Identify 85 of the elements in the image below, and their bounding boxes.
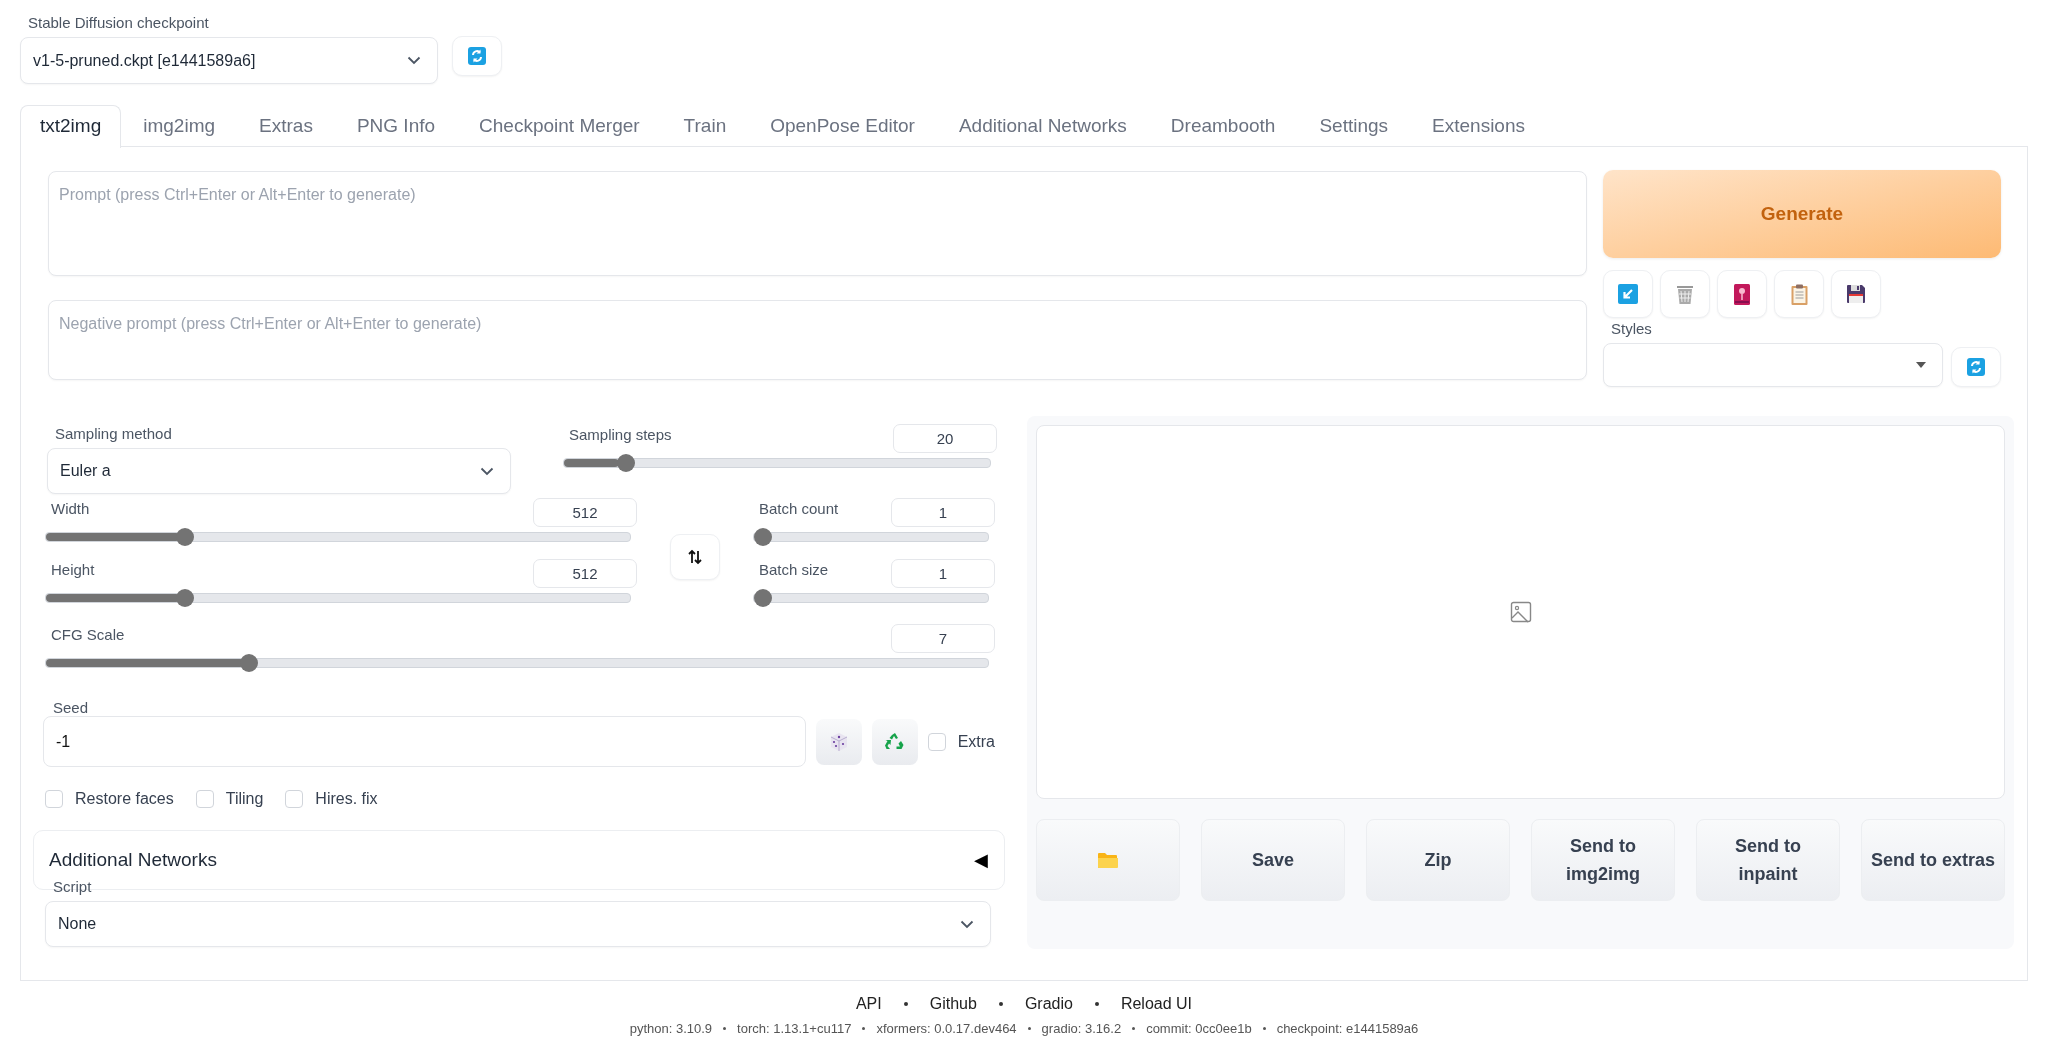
output-button[interactable]: Send to extras xyxy=(1861,819,2005,901)
footer-link[interactable]: Gradio xyxy=(1024,995,1073,1013)
tool-button[interactable] xyxy=(1831,270,1881,318)
tab[interactable]: txt2img xyxy=(20,105,122,148)
clipboard-icon xyxy=(1790,283,1808,305)
slider-label: Batch count xyxy=(758,499,839,517)
tab[interactable]: Settings xyxy=(1297,105,1411,147)
checkbox-label: Tiling xyxy=(225,790,264,808)
field-label: Sampling method xyxy=(55,425,173,442)
version-text: checkpoint: e1441589a6 xyxy=(1276,1021,1419,1036)
checkbox[interactable] xyxy=(927,732,946,751)
number-field[interactable]: 512 xyxy=(533,498,637,527)
footer-link[interactable]: API xyxy=(855,995,882,1013)
tab[interactable]: Extensions xyxy=(1410,105,1547,147)
checkbox[interactable] xyxy=(45,790,63,808)
folder-icon xyxy=(1097,851,1119,869)
field-label: Styles xyxy=(1611,320,1653,337)
checkbox[interactable] xyxy=(195,790,214,808)
footer-link[interactable]: Github xyxy=(929,995,977,1013)
version-text: xformers: 0.0.17.dev464 xyxy=(876,1021,1017,1036)
footer-link[interactable]: Reload UI xyxy=(1120,995,1193,1013)
slider-thumb[interactable] xyxy=(176,528,195,546)
refresh-button[interactable] xyxy=(452,36,502,76)
swap-icon xyxy=(687,549,703,565)
output-button[interactable]: Send to inpaint xyxy=(1696,819,1840,901)
refresh-icon xyxy=(468,47,486,65)
output-button[interactable]: Zip xyxy=(1366,819,1510,901)
checkbox-label: Hires. fix xyxy=(315,790,378,808)
caret-icon xyxy=(1916,362,1926,368)
checkpoint-dropdown[interactable]: v1-5-pruned.ckpt [e1441589a6] xyxy=(20,37,438,84)
slider-label: Batch size xyxy=(758,560,829,578)
image-placeholder-icon xyxy=(1509,601,1532,623)
checkbox-label: Extra xyxy=(957,732,995,751)
trash-icon xyxy=(1676,283,1694,305)
slider-label: Sampling steps xyxy=(568,425,672,443)
sampling-method-dropdown[interactable]: Euler a xyxy=(47,448,511,494)
slider-thumb[interactable] xyxy=(617,454,636,472)
checkbox[interactable] xyxy=(285,790,304,808)
tab[interactable]: Additional Networks xyxy=(936,105,1149,147)
tool-button[interactable] xyxy=(1717,270,1767,318)
seed-field[interactable]: -1 xyxy=(43,716,806,767)
recycle-icon xyxy=(883,731,906,752)
output-button[interactable]: Send to img2img xyxy=(1531,819,1675,901)
random-seed-button[interactable] xyxy=(815,718,862,765)
number-field[interactable]: 512 xyxy=(533,559,637,588)
checkbox-label: Restore faces xyxy=(75,790,174,808)
accordion-title: Additional Networks xyxy=(49,849,217,871)
tab[interactable]: Train xyxy=(661,105,749,147)
version-text: python: 3.10.9 xyxy=(629,1021,713,1036)
tab[interactable]: Checkpoint Merger xyxy=(457,105,662,147)
dice-icon xyxy=(828,731,849,752)
tab[interactable]: Dreambooth xyxy=(1148,105,1298,147)
slider-label: Width xyxy=(50,499,90,517)
chevron-icon xyxy=(407,56,421,65)
slider-label: Height xyxy=(50,560,95,578)
tab[interactable]: PNG Info xyxy=(334,105,458,147)
output-button[interactable]: Save xyxy=(1201,819,1345,901)
reuse-seed-button[interactable] xyxy=(871,718,918,765)
chevron-icon xyxy=(480,466,494,476)
script-dropdown[interactable]: None xyxy=(45,901,991,947)
toggle-icon[interactable]: ◀ xyxy=(974,849,988,871)
version-text: gradio: 3.16.2 xyxy=(1041,1021,1122,1036)
refresh-icon xyxy=(1967,358,1985,376)
version-text: torch: 1.13.1+cu117 xyxy=(737,1021,852,1036)
slider-label: CFG Scale xyxy=(50,625,125,643)
prompt-field[interactable]: Prompt (press Ctrl+Enter or Alt+Enter to generate) xyxy=(48,171,1587,276)
slider-thumb[interactable] xyxy=(240,654,259,672)
number-field[interactable]: 1 xyxy=(891,559,995,588)
refresh-button[interactable] xyxy=(1951,347,2001,387)
swap-button[interactable] xyxy=(670,534,720,580)
slider-thumb[interactable] xyxy=(754,589,772,607)
number-field[interactable]: 20 xyxy=(893,424,997,453)
tab[interactable]: OpenPose Editor xyxy=(748,105,937,147)
negative-prompt-field[interactable]: Negative prompt (press Ctrl+Enter or Alt+Enter to generate) xyxy=(48,300,1587,380)
slider-thumb[interactable] xyxy=(176,589,195,607)
chevron-icon xyxy=(960,919,974,929)
slider-thumb[interactable] xyxy=(754,528,772,546)
field-label: Stable Diffusion checkpoint xyxy=(28,14,210,31)
number-field[interactable]: 1 xyxy=(891,498,995,527)
book-icon xyxy=(1734,283,1750,305)
number-field[interactable]: 7 xyxy=(891,624,995,653)
tab[interactable]: img2img xyxy=(121,105,238,147)
field-label: Seed xyxy=(53,699,90,716)
tab[interactable]: Extras xyxy=(237,105,335,147)
version-text: commit: 0cc0ee1b xyxy=(1146,1021,1252,1036)
